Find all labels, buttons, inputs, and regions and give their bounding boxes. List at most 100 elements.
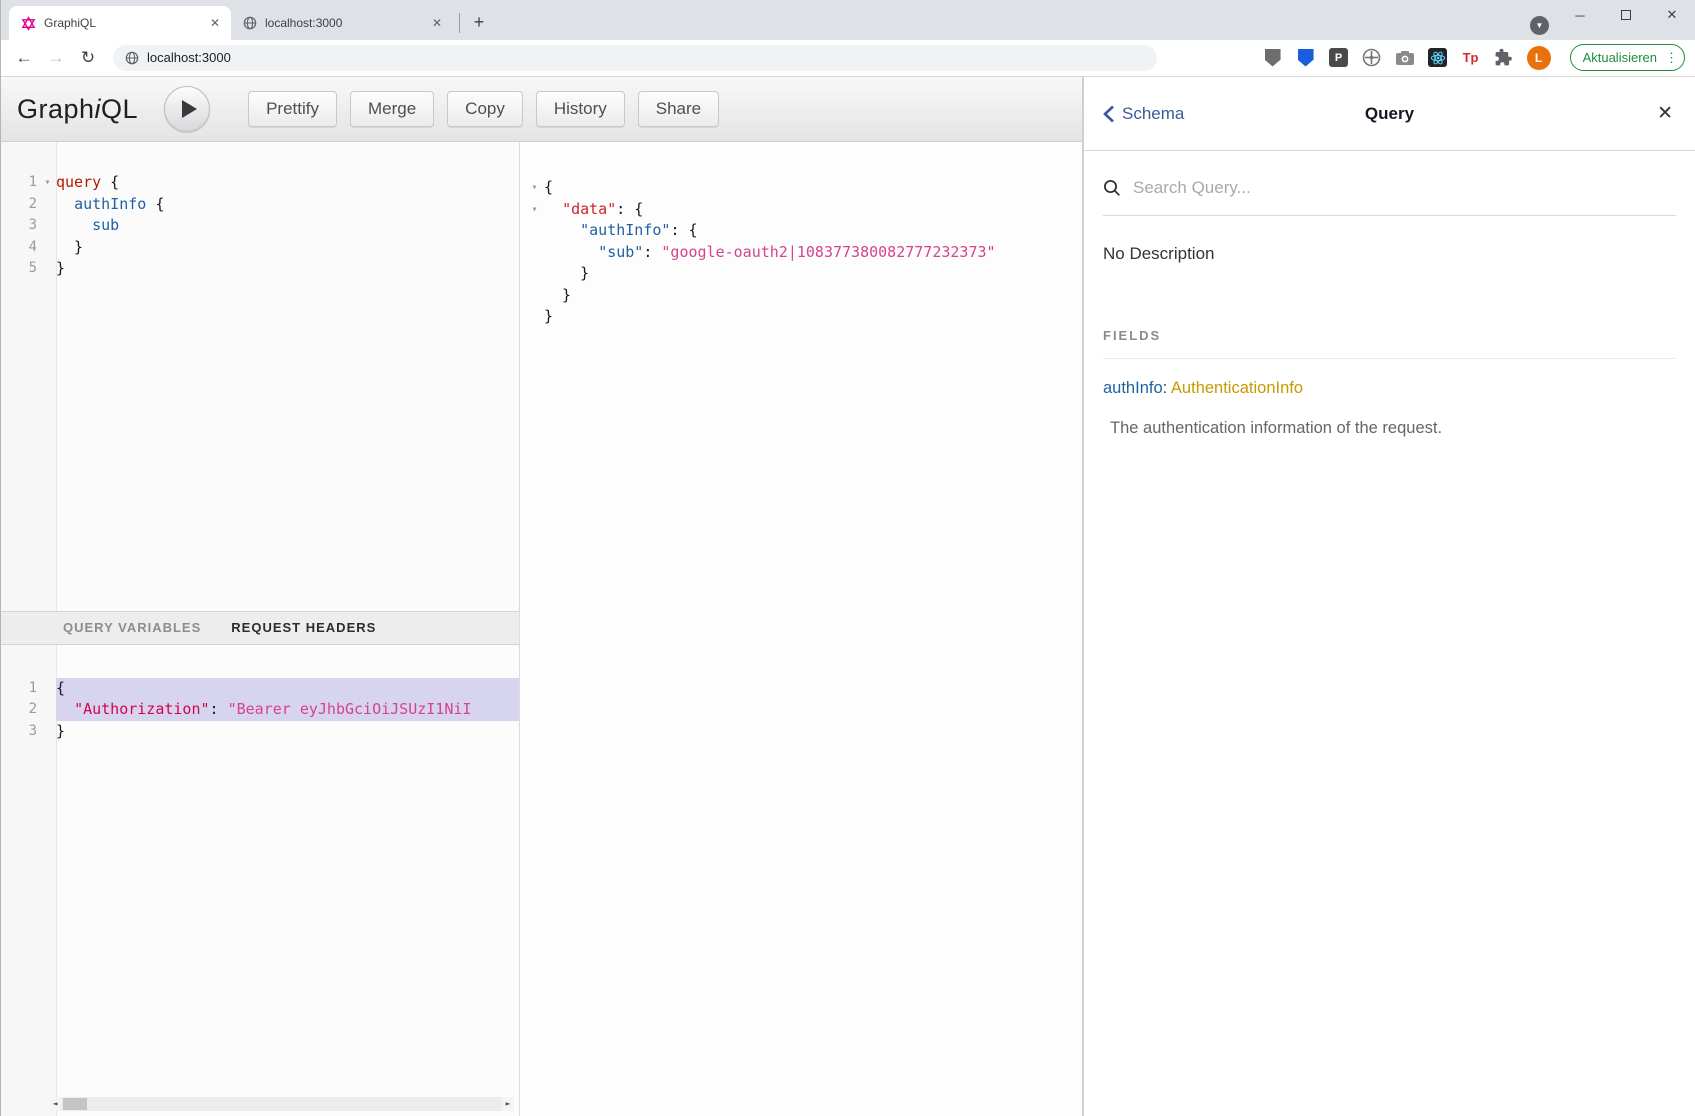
scrollbar-thumb[interactable] — [63, 1098, 87, 1110]
new-tab-button[interactable]: + — [466, 10, 492, 36]
field-name-link[interactable]: authInfo — [1103, 379, 1163, 397]
token: { — [146, 195, 164, 213]
refresh-page-button[interactable]: Aktualisieren ⋮ — [1570, 44, 1685, 71]
line-number: 5 — [1, 258, 39, 280]
code-line[interactable]: } — [525, 285, 1082, 307]
forward-icon[interactable]: → — [43, 48, 69, 68]
bitwarden-shield-icon[interactable] — [1296, 48, 1316, 68]
code-line[interactable]: 2 authInfo { — [1, 194, 519, 216]
request-headers-editor[interactable]: ◄ ► 1{2 "Authorization": "Bearer eyJhbGc… — [1, 645, 519, 1116]
token — [56, 700, 74, 718]
doc-panel-title: Query — [1365, 104, 1414, 124]
code-text: } — [544, 263, 1082, 285]
tab-request-headers[interactable]: REQUEST HEADERS — [231, 620, 376, 635]
photopea-icon[interactable]: P — [1329, 48, 1349, 68]
query-editor[interactable]: 1▾query {2 authInfo {3 sub4 }5} — [1, 142, 519, 611]
result-viewer[interactable]: ▾{▾ "data": { "authInfo": { "sub": "goog… — [520, 142, 1082, 1116]
browser-tab-graphiql[interactable]: GraphiQL ✕ — [9, 6, 231, 40]
fields-heading: FIELDS — [1103, 328, 1676, 343]
horizontal-scrollbar[interactable]: ◄ ► — [49, 1097, 514, 1111]
token: sub — [92, 216, 119, 234]
code-line[interactable]: "sub": "google-oauth2|108377380082777232… — [525, 242, 1082, 264]
kebab-menu-icon[interactable]: ⋮ — [1665, 50, 1678, 66]
tab-close-icon[interactable]: ✕ — [207, 15, 223, 31]
back-icon[interactable]: ← — [11, 48, 37, 68]
fold-toggle-icon[interactable]: ▾ — [39, 172, 56, 194]
code-line[interactable]: 3 sub — [1, 215, 519, 237]
code-line[interactable]: ▾ "data": { — [525, 199, 1082, 221]
code-text: "data": { — [544, 199, 1082, 221]
token: : { — [616, 200, 643, 218]
play-icon — [182, 100, 197, 118]
fold-spacer — [39, 194, 56, 216]
share-button[interactable]: Share — [638, 91, 719, 127]
token: "authInfo" — [580, 221, 670, 239]
code-line[interactable]: "authInfo": { — [525, 220, 1082, 242]
scroll-right-icon[interactable]: ► — [502, 1097, 514, 1111]
code-text: { — [56, 678, 519, 700]
field-colon: : — [1163, 379, 1168, 397]
code-text: "authInfo": { — [544, 220, 1082, 242]
code-line[interactable]: ▾{ — [525, 177, 1082, 199]
profile-avatar[interactable]: L — [1527, 46, 1551, 70]
tab-title: GraphiQL — [44, 16, 199, 30]
scroll-left-icon[interactable]: ◄ — [49, 1097, 61, 1111]
crosshair-icon[interactable] — [1362, 48, 1382, 68]
field-description: The authentication information of the re… — [1103, 419, 1676, 438]
reload-icon[interactable]: ↻ — [75, 48, 101, 68]
history-button[interactable]: History — [536, 91, 625, 127]
token — [56, 195, 74, 213]
code-line[interactable]: } — [525, 306, 1082, 328]
graphiql-logo: GraphiQL — [17, 94, 138, 125]
camera-icon[interactable] — [1395, 48, 1415, 68]
ublock-shield-icon[interactable] — [1263, 48, 1283, 68]
code-line[interactable]: } — [525, 263, 1082, 285]
graphiql-app: GraphiQL Prettify Merge Copy History Sha… — [1, 76, 1695, 1116]
doc-close-icon[interactable]: ✕ — [1657, 102, 1673, 125]
line-number: 3 — [1, 215, 39, 237]
copy-button[interactable]: Copy — [447, 91, 523, 127]
fold-spacer — [525, 263, 544, 285]
tab-query-variables[interactable]: QUERY VARIABLES — [63, 620, 201, 635]
token: { — [56, 679, 65, 697]
token: } — [56, 259, 65, 277]
code-line[interactable]: 3} — [1, 721, 519, 743]
token: } — [56, 722, 65, 740]
browser-navbar: ← → ↻ localhost:3000 P Tp L Aktualisiere… — [1, 40, 1695, 75]
tab-close-icon[interactable]: ✕ — [429, 15, 445, 31]
maximize-icon[interactable] — [1603, 0, 1649, 30]
extensions-puzzle-icon[interactable] — [1494, 48, 1514, 68]
minimize-icon[interactable]: ─ — [1557, 0, 1603, 30]
merge-button[interactable]: Merge — [350, 91, 434, 127]
scrollbar-track[interactable] — [61, 1097, 502, 1111]
type-description: No Description — [1103, 244, 1676, 264]
url-text: localhost:3000 — [147, 50, 231, 65]
fold-spacer — [39, 215, 56, 237]
token: "Bearer eyJhbGciOiJSUzI1NiI — [228, 700, 472, 718]
address-bar[interactable]: localhost:3000 — [113, 45, 1157, 71]
browser-tabstrip: GraphiQL ✕ localhost:3000 ✕ + ▼ ─ ✕ — [1, 0, 1695, 40]
graphiql-workspace: 1▾query {2 authInfo {3 sub4 }5} QUERY VA… — [1, 142, 1082, 1116]
token — [544, 221, 580, 239]
doc-search-input[interactable] — [1131, 177, 1676, 199]
code-text: } — [56, 258, 519, 280]
variables-tab-bar: QUERY VARIABLES REQUEST HEADERS — [1, 611, 519, 645]
code-line[interactable]: 2 "Authorization": "Bearer eyJhbGciOiJSU… — [1, 699, 519, 721]
react-devtools-icon[interactable] — [1428, 48, 1448, 68]
chevron-down-icon[interactable]: ▼ — [1530, 16, 1549, 35]
tampermonkey-icon[interactable]: Tp — [1461, 48, 1481, 68]
code-line[interactable]: 1▾query { — [1, 172, 519, 194]
fold-toggle-icon[interactable]: ▾ — [525, 199, 544, 221]
field-type-link[interactable]: AuthenticationInfo — [1171, 379, 1303, 397]
execute-query-button[interactable] — [164, 86, 210, 132]
window-close-icon[interactable]: ✕ — [1649, 0, 1695, 30]
prettify-button[interactable]: Prettify — [248, 91, 337, 127]
token: { — [101, 173, 119, 191]
code-line[interactable]: 4 } — [1, 237, 519, 259]
code-line[interactable]: 5} — [1, 258, 519, 280]
code-line[interactable]: 1{ — [1, 678, 519, 700]
doc-back-link[interactable]: Schema — [1103, 104, 1184, 124]
token — [56, 216, 92, 234]
fold-toggle-icon[interactable]: ▾ — [525, 177, 544, 199]
browser-tab-localhost[interactable]: localhost:3000 ✕ — [231, 6, 453, 40]
